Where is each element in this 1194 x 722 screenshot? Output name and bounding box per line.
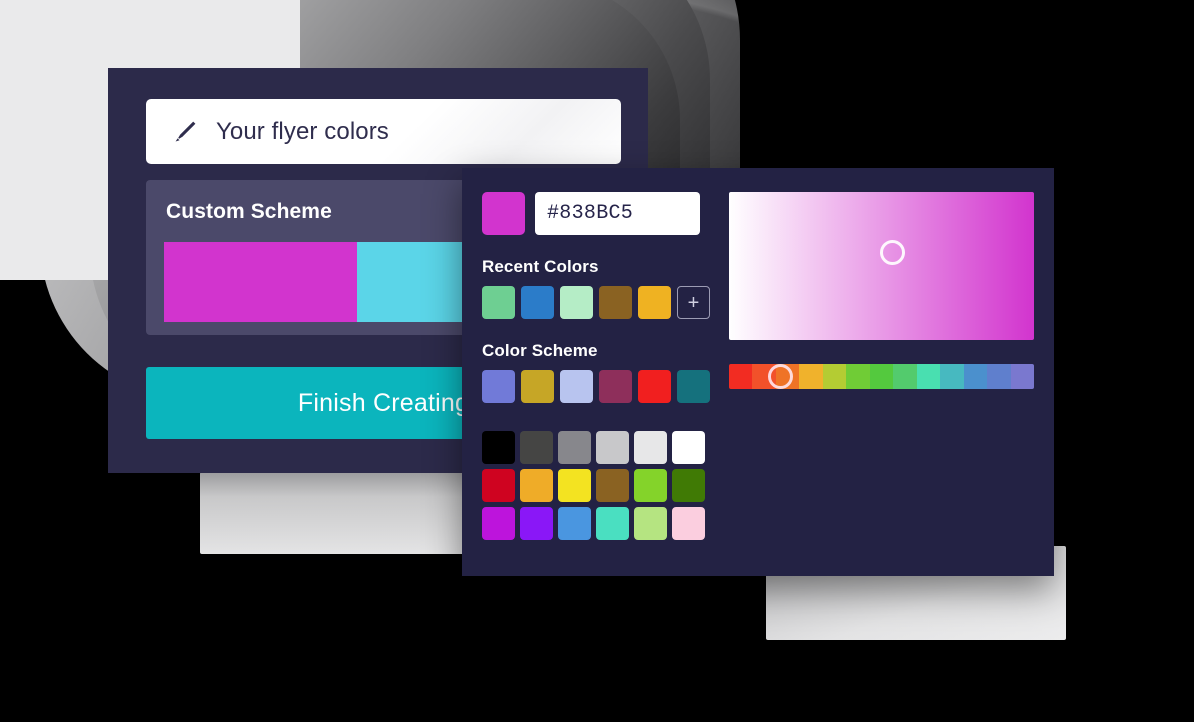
color-scheme-swatch-3[interactable] [599, 370, 632, 403]
picker-left-column: Recent Colors + Color Scheme [482, 192, 718, 540]
recent-colors-row: + [482, 286, 718, 319]
color-scheme-label: Color Scheme [482, 341, 598, 360]
palette-cell-2-5[interactable] [672, 507, 705, 540]
hue-segment-1[interactable] [752, 364, 776, 389]
current-color-swatch[interactable] [482, 192, 525, 235]
palette-cell-2-1[interactable] [520, 507, 553, 540]
palette-grid [482, 431, 718, 540]
palette-cell-1-4[interactable] [634, 469, 667, 502]
palette-cell-0-0[interactable] [482, 431, 515, 464]
palette-cell-2-2[interactable] [558, 507, 591, 540]
custom-scheme-label: Custom Scheme [166, 200, 332, 223]
card-title-bar[interactable]: Your flyer colors [146, 99, 621, 164]
color-scheme-swatch-5[interactable] [677, 370, 710, 403]
hue-segment-5[interactable] [846, 364, 870, 389]
color-scheme-swatch-1[interactable] [521, 370, 554, 403]
color-scheme-swatch-2[interactable] [560, 370, 593, 403]
hue-segment-6[interactable] [869, 364, 894, 389]
recent-color-swatch-0[interactable] [482, 286, 515, 319]
hex-input[interactable] [535, 192, 700, 235]
screenshot-root: Your flyer colors Custom Scheme Finish C… [0, 0, 1194, 722]
palette-cell-1-5[interactable] [672, 469, 705, 502]
palette-cell-1-3[interactable] [596, 469, 629, 502]
palette-row-1 [482, 469, 718, 502]
hue-segment-8[interactable] [916, 364, 941, 389]
recent-color-swatch-2[interactable] [560, 286, 593, 319]
palette-row-0 [482, 431, 718, 464]
hue-segment-2[interactable] [775, 364, 800, 389]
palette-cell-0-1[interactable] [520, 431, 553, 464]
palette-cell-2-0[interactable] [482, 507, 515, 540]
color-scheme-swatch-0[interactable] [482, 370, 515, 403]
hue-segment-12[interactable] [1010, 364, 1034, 389]
recent-color-swatch-3[interactable] [599, 286, 632, 319]
hue-segment-7[interactable] [893, 364, 917, 389]
hue-segment-11[interactable] [987, 364, 1011, 389]
scheme-swatch-1[interactable] [357, 242, 475, 322]
pencil-icon [175, 121, 196, 141]
hue-segment-9[interactable] [940, 364, 964, 389]
hue-slider[interactable] [729, 364, 1034, 389]
palette-cell-1-1[interactable] [520, 469, 553, 502]
palette-cell-2-3[interactable] [596, 507, 629, 540]
color-scheme-row [482, 370, 718, 403]
recent-color-swatch-1[interactable] [521, 286, 554, 319]
palette-cell-1-0[interactable] [482, 469, 515, 502]
hue-segment-4[interactable] [822, 364, 847, 389]
color-picker-panel: Recent Colors + Color Scheme [462, 168, 1054, 576]
saturation-area[interactable] [729, 192, 1034, 340]
hue-segment-10[interactable] [963, 364, 988, 389]
palette-cell-0-3[interactable] [596, 431, 629, 464]
palette-cell-1-2[interactable] [558, 469, 591, 502]
palette-cell-2-4[interactable] [634, 507, 667, 540]
hex-input-row [482, 192, 718, 235]
color-scheme-swatch-4[interactable] [638, 370, 671, 403]
recent-color-swatch-4[interactable] [638, 286, 671, 319]
scheme-swatch-0[interactable] [164, 242, 357, 322]
recent-colors-label: Recent Colors [482, 257, 599, 276]
add-color-button[interactable]: + [677, 286, 710, 319]
palette-cell-0-4[interactable] [634, 431, 667, 464]
hue-segment-0[interactable] [729, 364, 753, 389]
palette-cell-0-5[interactable] [672, 431, 705, 464]
palette-cell-0-2[interactable] [558, 431, 591, 464]
hue-segment-3[interactable] [799, 364, 823, 389]
palette-row-2 [482, 507, 718, 540]
page-title: Your flyer colors [216, 117, 389, 145]
